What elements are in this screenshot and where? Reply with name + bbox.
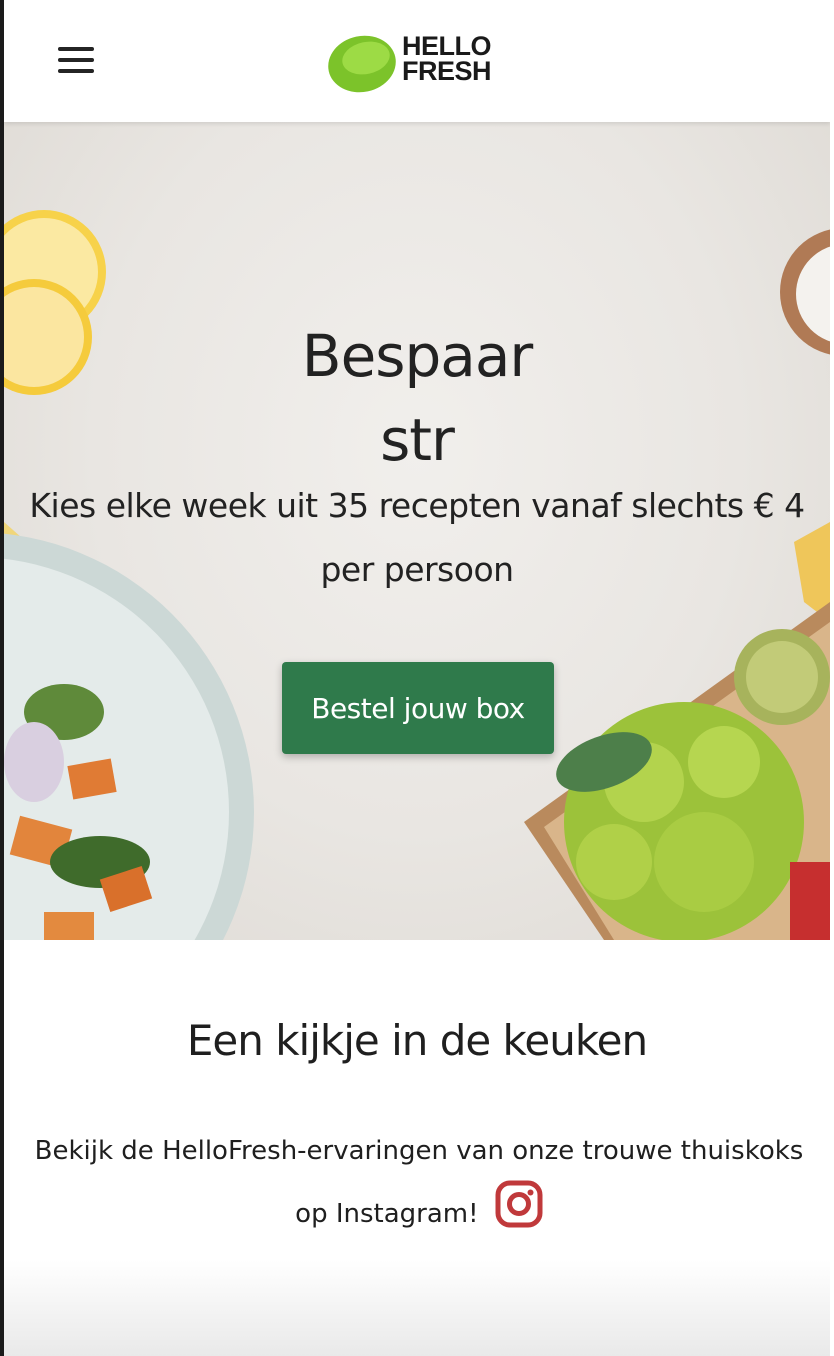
section-text: Bekijk de HelloFresh-ervaringen van onze… (34, 1136, 804, 1229)
bottom-fade (4, 1260, 830, 1356)
section-title: Een kijkje in de keuken (186, 1016, 648, 1065)
page: HELLO FRESH Bespaar str Kies elke week u… (4, 0, 830, 1356)
logo-line2: FRESH (402, 56, 492, 86)
hero-subtitle: Kies elke week uit 35 recepten vanaf sle… (29, 486, 805, 589)
hellofresh-logo[interactable]: HELLO FRESH (326, 30, 516, 94)
hero-title-line1: Bespaar (301, 322, 533, 390)
site-header: HELLO FRESH (4, 0, 830, 122)
logo-text: HELLO FRESH (402, 33, 492, 86)
order-box-button[interactable]: Bestel jouw box (282, 662, 554, 754)
lime-logo-icon (328, 35, 396, 93)
hamburger-menu-icon[interactable] (58, 47, 94, 77)
hero-banner: Bespaar str Kies elke week uit 35 recept… (4, 122, 830, 940)
hero-title: Bespaar str (4, 314, 830, 482)
section-description: Bekijk de HelloFresh-ervaringen van onze… (16, 1122, 822, 1243)
hero-title-line2: str (380, 406, 455, 474)
vegetable-box-image (524, 602, 830, 940)
instagram-icon[interactable] (495, 1180, 543, 1228)
